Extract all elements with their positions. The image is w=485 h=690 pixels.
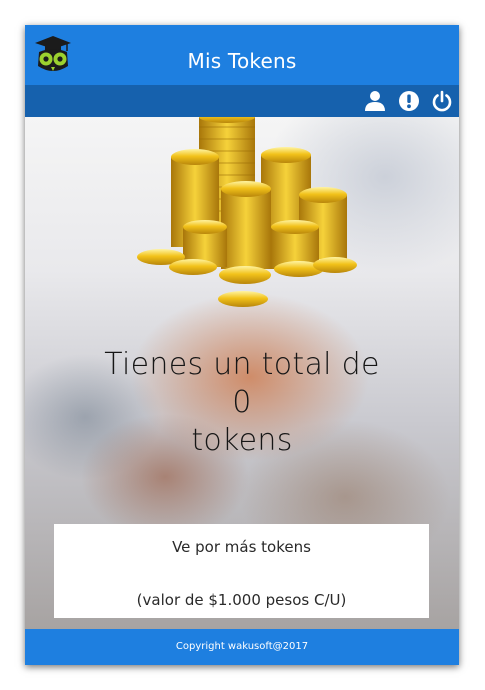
top-bar: Mis Tokens	[25, 25, 459, 85]
token-summary-panel: Tienes un total de 0 tokens Ve por más t…	[25, 117, 459, 629]
page-title: Mis Tokens	[187, 49, 297, 73]
user-icon	[365, 91, 385, 111]
logout-button[interactable]	[430, 89, 454, 113]
buy-tokens-label: Ve por más tokens	[172, 538, 311, 556]
token-price-note: (valor de $1.000 pesos C/U)	[136, 591, 347, 609]
footer-copyright: Copyright wakusoft@2017	[25, 629, 459, 665]
tokens-unit-text: tokens	[191, 423, 293, 458]
tokens-intro-text: Tienes un total de	[104, 347, 380, 382]
action-bar	[25, 85, 459, 117]
coins-stack-image	[137, 117, 357, 307]
tokens-count: 0	[232, 385, 252, 420]
info-button[interactable]	[397, 89, 421, 113]
power-icon	[432, 90, 452, 112]
app-window: Mis Tokens Tienes un total de 0 tokens V…	[25, 25, 459, 665]
profile-button[interactable]	[363, 89, 387, 113]
buy-tokens-button[interactable]: Ve por más tokens (valor de $1.000 pesos…	[54, 524, 429, 618]
info-icon	[399, 91, 419, 111]
